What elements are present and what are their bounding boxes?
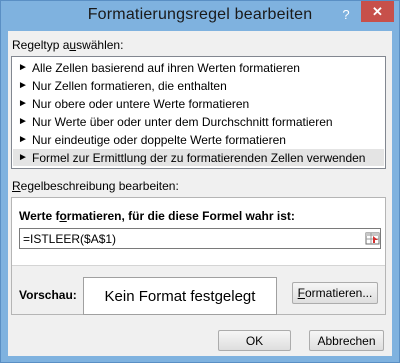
title-bar[interactable]: Formatierungsregel bearbeiten ? ✕ — [1, 1, 399, 31]
rule-description-label: Regelbeschreibung bearbeiten: — [12, 179, 179, 193]
rule-type-list[interactable]: ► Alle Zellen basierend auf ihren Werten… — [11, 56, 386, 169]
list-item[interactable]: ► Nur eindeutige oder doppelte Werte for… — [13, 131, 384, 148]
arrow-icon: ► — [18, 80, 28, 91]
range-selector-icon[interactable] — [365, 230, 380, 247]
list-item-selected[interactable]: ► Formel zur Ermittlung der zu formatier… — [13, 149, 384, 166]
list-item[interactable]: ► Alle Zellen basierend auf ihren Werten… — [13, 59, 384, 76]
rule-type-label: Regeltyp auswählen: — [12, 38, 124, 52]
dialog-body: Regeltyp auswählen: ► Alle Zellen basier… — [8, 31, 392, 356]
close-button[interactable]: ✕ — [361, 1, 394, 22]
formula-input[interactable] — [19, 228, 381, 249]
list-item[interactable]: ► Nur Werte über oder unter dem Durchsch… — [13, 113, 384, 130]
formula-panel: Werte formatieren, für die diese Formel … — [12, 198, 385, 265]
rule-description-group: Werte formatieren, für die diese Formel … — [11, 197, 386, 315]
arrow-icon: ► — [18, 152, 28, 163]
arrow-icon: ► — [18, 62, 28, 73]
arrow-icon: ► — [18, 116, 28, 127]
dialog-window: Formatierungsregel bearbeiten ? ✕ Regelt… — [0, 0, 400, 363]
arrow-icon: ► — [18, 134, 28, 145]
arrow-icon: ► — [18, 98, 28, 109]
format-button[interactable]: Formatieren... — [292, 282, 378, 304]
list-item[interactable]: ► Nur obere oder untere Werte formatiere… — [13, 95, 384, 112]
preview-box: Kein Format festgelegt — [83, 277, 277, 315]
preview-panel: Vorschau: Kein Format festgelegt Formati… — [12, 265, 385, 315]
help-button[interactable]: ? — [334, 5, 358, 24]
cancel-button[interactable]: Abbrechen — [309, 330, 384, 351]
range-selector-icon-graphic — [365, 232, 380, 245]
formula-label: Werte formatieren, für die diese Formel … — [19, 209, 295, 223]
preview-text: Kein Format festgelegt — [104, 287, 256, 305]
preview-label: Vorschau: — [19, 288, 77, 302]
ok-button[interactable]: OK — [218, 330, 291, 351]
list-item[interactable]: ► Nur Zellen formatieren, die enthalten — [13, 77, 384, 94]
